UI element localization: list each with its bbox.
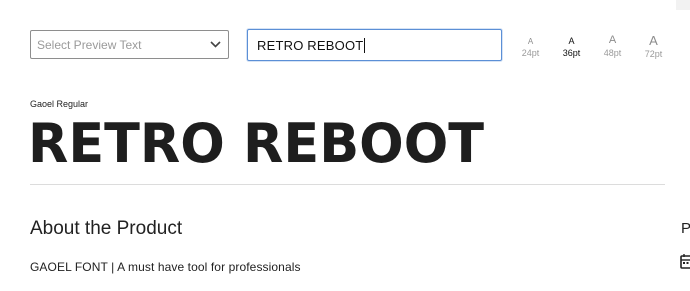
section-divider	[30, 184, 665, 185]
preview-text-select[interactable]: Select Preview Text	[30, 30, 229, 59]
size-option-label: 24pt	[521, 48, 540, 58]
about-title: About the Product	[30, 218, 183, 239]
chevron-down-icon	[209, 39, 221, 51]
font-preview: RETRO REBOOT	[28, 112, 498, 172]
font-size-options: A 24pt A 36pt A 48pt A 72pt	[510, 34, 674, 59]
size-option-glyph: A	[527, 37, 534, 46]
size-option-glyph: A	[568, 36, 575, 46]
size-option-glyph: A	[649, 33, 658, 48]
size-option-label: 48pt	[603, 48, 622, 58]
calendar-icon	[680, 253, 690, 269]
preview-text-input-value: RETRO REBOOT	[257, 37, 364, 53]
font-name-label: Gaoel Regular	[30, 99, 89, 109]
size-option-36pt[interactable]: A 36pt	[551, 34, 592, 59]
preview-text-input[interactable]: RETRO REBOOT	[247, 29, 502, 61]
preview-text-select-label: Select Preview Text	[37, 37, 142, 52]
size-option-48pt[interactable]: A 48pt	[592, 34, 633, 59]
text-caret	[364, 37, 366, 53]
size-option-label: 72pt	[644, 49, 663, 59]
size-option-glyph: A	[608, 34, 617, 46]
size-option-72pt[interactable]: A 72pt	[633, 34, 674, 59]
size-option-24pt[interactable]: A 24pt	[510, 34, 551, 59]
font-preview-text: RETRO REBOOT	[28, 112, 484, 172]
about-subtitle: GAOEL FONT | A must have tool for profes…	[30, 260, 301, 274]
side-panel-edge	[676, 0, 690, 10]
size-option-label: 36pt	[562, 48, 581, 58]
side-panel-heading: P	[681, 220, 690, 237]
